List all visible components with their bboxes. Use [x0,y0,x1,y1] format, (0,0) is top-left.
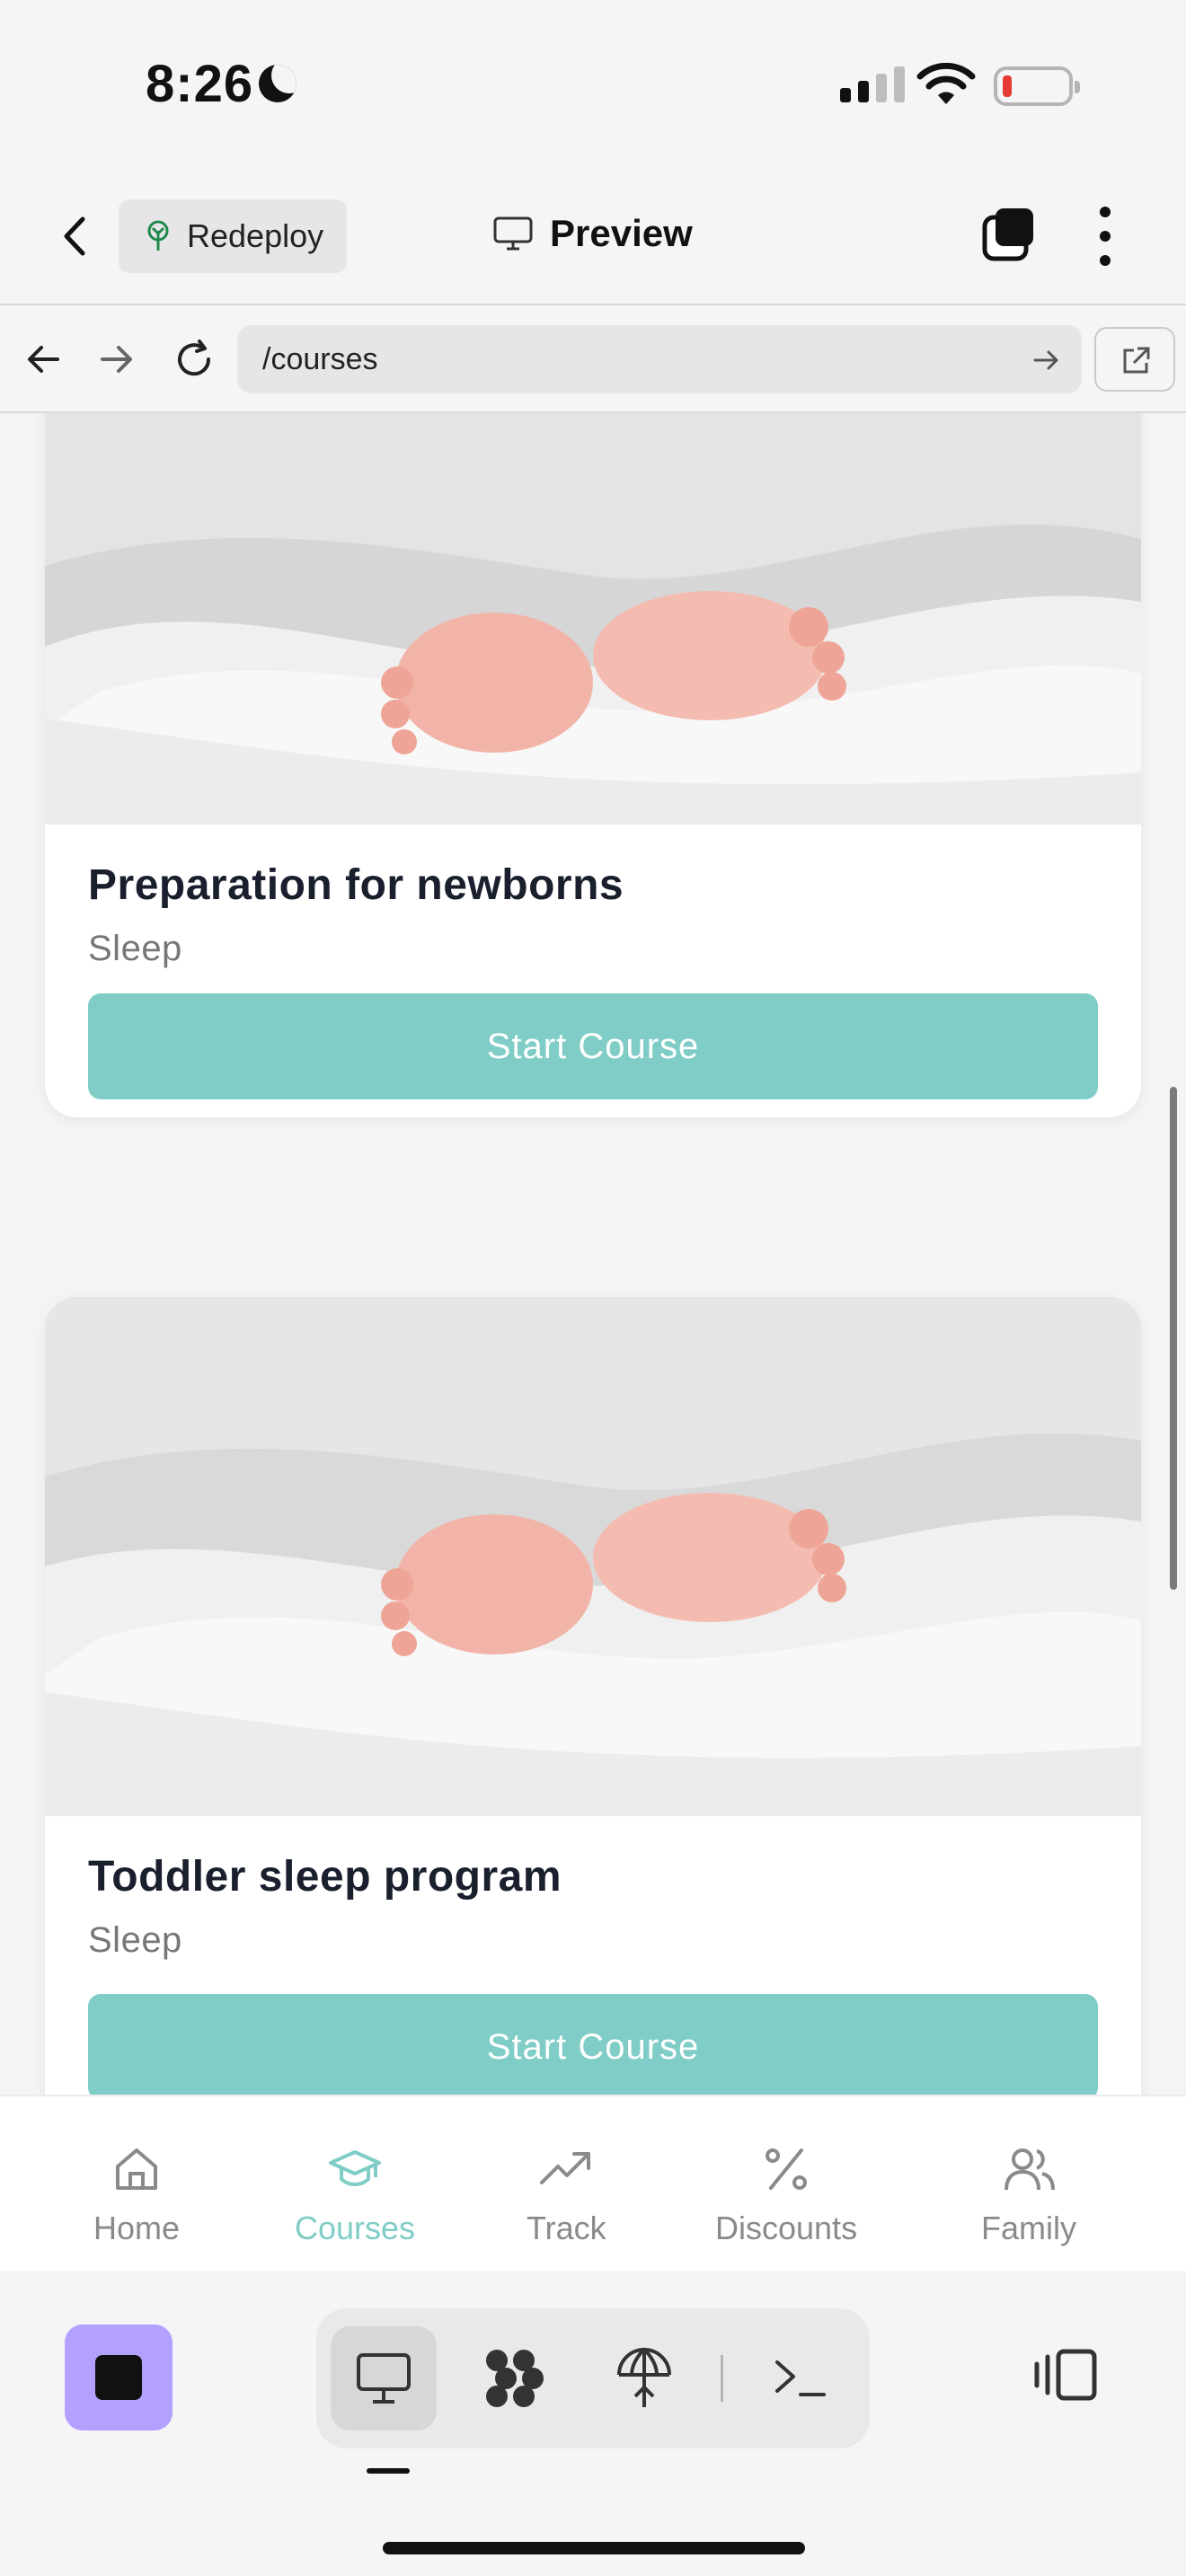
course-category: Sleep [88,929,182,968]
start-course-button[interactable]: Start Course [88,993,1098,1099]
desktop-preview-icon [357,2353,411,2404]
deploy-button[interactable] [591,2326,697,2430]
url-input[interactable]: /courses [237,325,1082,393]
status-bar: 8:26 [0,0,1186,171]
tab-label: Home [93,2210,181,2246]
app-bar: Redeploy Preview [0,171,1186,305]
tab-courses[interactable]: Courses [295,2141,415,2247]
percent-icon [766,2148,808,2190]
trending-up-icon [540,2152,591,2184]
start-course-button[interactable]: Start Course [88,1994,1098,2095]
bottom-tab-nav: Home Courses Track Discounts Family [0,2095,1186,2271]
tool-switcher [316,2308,870,2448]
scrollbar[interactable] [1170,1087,1177,1590]
wifi-icon [916,63,976,104]
tab-family[interactable]: Family [981,2141,1076,2247]
toolbar-divider [721,2355,723,2402]
workflows-button[interactable] [462,2326,568,2430]
tabs-icon[interactable] [981,207,1037,262]
tree-icon [147,220,169,251]
preview-title[interactable]: Preview [492,212,693,255]
course-image [45,1297,1141,1816]
preview-label: Preview [550,212,693,254]
monitor-icon [493,216,533,251]
home-icon [116,2148,158,2190]
tab-label: Discounts [715,2210,858,2246]
tab-label: Family [981,2210,1076,2246]
cellular-signal-icon [840,66,905,102]
course-card: Toddler sleep program Sleep Start Course [45,1297,1141,2095]
home-indicator [383,2542,805,2554]
course-category: Sleep [88,1920,182,1960]
dev-toolbar [0,2271,1186,2576]
url-text: /courses [262,341,378,376]
active-tool-indicator [367,2468,410,2474]
browser-back-icon[interactable] [22,338,65,381]
url-go-arrow-icon[interactable] [1031,345,1062,375]
terminal-icon [775,2360,826,2396]
open-external-button[interactable] [1094,327,1175,392]
course-image [45,413,1141,825]
terminal-button[interactable] [748,2326,854,2430]
desktop-preview-button[interactable] [331,2326,437,2430]
course-title: Toddler sleep program [88,1853,562,1901]
status-time: 8:26 [146,55,254,113]
graduation-cap-icon [329,2150,382,2186]
battery-icon [994,66,1080,106]
tab-label: Track [527,2210,606,2246]
tab-label: Courses [295,2210,416,2246]
back-chevron-icon[interactable] [54,214,99,259]
browser-forward-icon[interactable] [95,338,138,381]
deploy-icon [617,2347,671,2407]
reload-icon[interactable] [173,338,216,381]
redeploy-button[interactable]: Redeploy [119,199,347,273]
redeploy-label: Redeploy [187,217,324,254]
external-link-icon [1123,347,1150,374]
more-menu-icon[interactable] [1096,207,1114,266]
tab-track[interactable]: Track [527,2141,606,2247]
course-title: Preparation for newborns [88,861,624,909]
courses-list[interactable]: Preparation for newborns Sleep Start Cou… [0,413,1186,2095]
app-icon-button[interactable] [65,2325,173,2430]
course-card: Preparation for newborns Sleep Start Cou… [45,413,1141,1117]
workflows-icon [486,2350,544,2407]
tab-discounts[interactable]: Discounts [715,2141,857,2247]
browser-url-bar: /courses [0,305,1186,413]
users-icon [1005,2148,1055,2191]
tab-home[interactable]: Home [93,2141,180,2247]
do-not-disturb-icon [259,65,296,102]
split-view-icon[interactable] [1033,2346,1100,2404]
